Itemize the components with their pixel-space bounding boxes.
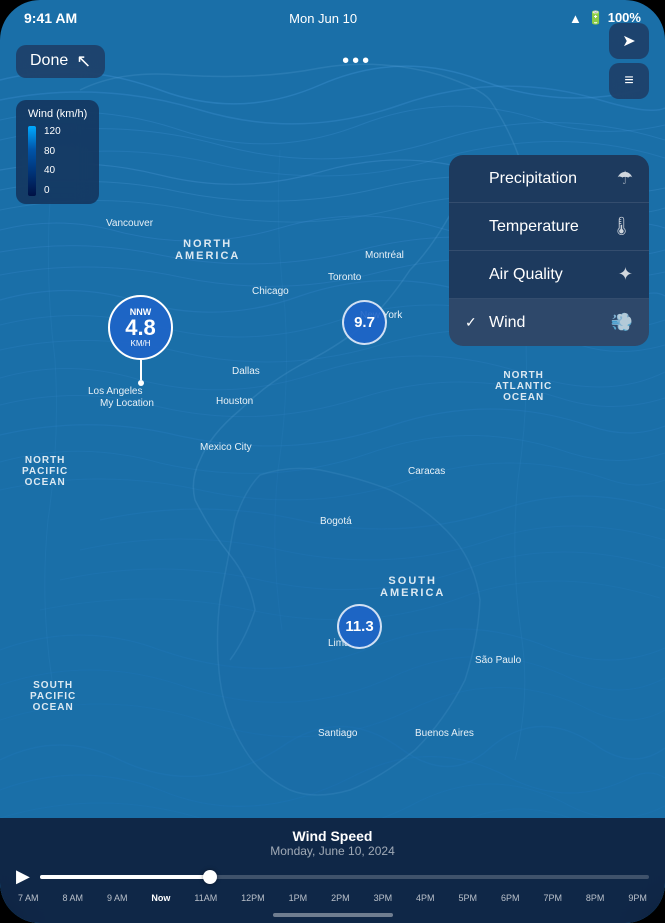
wind-scale: 120 80 40 0 xyxy=(28,126,87,196)
layer-dropdown-menu: Precipitation ☂ Temperature 🌡 Air Qualit… xyxy=(449,155,649,346)
wind-visualization xyxy=(0,0,665,923)
time-8pm: 8PM xyxy=(586,893,605,903)
time-3pm: 3PM xyxy=(374,893,393,903)
location-button[interactable]: ➤ xyxy=(609,23,649,59)
wind-check: ✓ xyxy=(465,314,481,331)
time-now: Now xyxy=(151,893,170,903)
wind-legend-title: Wind (km/h) xyxy=(28,108,87,120)
menu-item-temperature[interactable]: Temperature 🌡 xyxy=(449,203,649,251)
wind-label-40: 40 xyxy=(44,165,61,176)
time-5pm: 5PM xyxy=(459,893,478,903)
wind-label-120: 120 xyxy=(44,126,61,137)
wind-speed-value: 4.8 xyxy=(125,317,156,339)
layers-icon: ≡ xyxy=(624,72,633,90)
wind-label: Wind xyxy=(489,314,525,332)
location-arrow-icon: ➤ xyxy=(622,31,635,51)
wind-speed-lima: 11.3 xyxy=(345,618,373,635)
top-right-buttons: ➤ ≡ xyxy=(609,23,649,99)
time-6pm: 6PM xyxy=(501,893,520,903)
temperature-icon: 🌡 xyxy=(610,216,633,237)
time-12pm: 12PM xyxy=(241,893,265,903)
time-11am: 11AM xyxy=(194,893,217,903)
top-bar: Done ↖ ••• ➤ ≡ xyxy=(0,36,665,86)
timeline-progress xyxy=(40,875,211,879)
precipitation-label: Precipitation xyxy=(489,170,577,188)
wind-marker-new-york[interactable]: 9.7 xyxy=(342,300,387,345)
layers-button[interactable]: ≡ xyxy=(609,63,649,99)
timeline-labels: 7 AM 8 AM 9 AM Now 11AM 12PM 1PM 2PM 3PM… xyxy=(16,893,649,903)
wind-bubble-lima: 11.3 xyxy=(337,604,382,649)
menu-item-precipitation[interactable]: Precipitation ☂ xyxy=(449,155,649,203)
menu-item-wind[interactable]: ✓ Wind 💨 xyxy=(449,299,649,346)
precipitation-icon: ☂ xyxy=(617,168,633,189)
wind-marker-my-location[interactable]: NNW 4.8 KM/H xyxy=(108,295,173,386)
time-7am: 7 AM xyxy=(18,893,39,903)
wind-pin xyxy=(140,360,142,380)
air-quality-label: Air Quality xyxy=(489,266,563,284)
wind-bubble-secondary: 9.7 xyxy=(342,300,387,345)
wind-bubble-main: NNW 4.8 KM/H xyxy=(108,295,173,360)
map-background xyxy=(0,0,665,923)
wifi-icon: ▲ xyxy=(569,11,582,26)
timeline-controls: ▶ xyxy=(16,866,649,887)
bottom-timeline-bar: Wind Speed Monday, June 10, 2024 ▶ 7 AM … xyxy=(0,818,665,923)
temperature-label: Temperature xyxy=(489,218,579,236)
wind-marker-lima[interactable]: 11.3 xyxy=(337,604,382,649)
home-indicator xyxy=(273,913,393,917)
wind-speed-ny: 9.7 xyxy=(354,314,375,331)
time-9am: 9 AM xyxy=(107,893,128,903)
time-1pm: 1PM xyxy=(289,893,308,903)
time-7pm: 7PM xyxy=(543,893,562,903)
wind-color-bar xyxy=(28,126,36,196)
done-button[interactable]: Done ↖ xyxy=(16,45,105,78)
timeline-header: Wind Speed Monday, June 10, 2024 xyxy=(16,828,649,858)
timeline-thumb xyxy=(203,870,217,884)
status-date: Mon Jun 10 xyxy=(289,11,357,26)
wind-labels: 120 80 40 0 xyxy=(44,126,61,196)
timeline-track[interactable] xyxy=(40,875,649,879)
time-9pm: 9PM xyxy=(628,893,647,903)
wind-label-0: 0 xyxy=(44,185,61,196)
timeline-title: Wind Speed xyxy=(16,828,649,844)
done-label: Done xyxy=(30,52,68,70)
status-time: 9:41 AM xyxy=(24,10,77,26)
wind-dot xyxy=(138,380,144,386)
top-dots: ••• xyxy=(342,50,372,73)
wind-legend: Wind (km/h) 120 80 40 0 xyxy=(16,100,99,204)
status-bar: 9:41 AM Mon Jun 10 ▲ 🔋 100% xyxy=(0,0,665,36)
menu-item-air-quality[interactable]: Air Quality ✦ xyxy=(449,251,649,299)
cursor-icon: ↖ xyxy=(76,51,91,72)
wind-label-80: 80 xyxy=(44,146,61,157)
time-2pm: 2PM xyxy=(331,893,350,903)
wind-menu-icon: 💨 xyxy=(611,312,633,333)
wind-unit: KM/H xyxy=(131,339,151,348)
time-4pm: 4PM xyxy=(416,893,435,903)
play-button[interactable]: ▶ xyxy=(16,866,30,887)
air-quality-icon: ✦ xyxy=(618,264,633,285)
time-8am: 8 AM xyxy=(62,893,83,903)
timeline-date: Monday, June 10, 2024 xyxy=(16,844,649,858)
device-frame: 9:41 AM Mon Jun 10 ▲ 🔋 100% Done ↖ ••• ➤… xyxy=(0,0,665,923)
